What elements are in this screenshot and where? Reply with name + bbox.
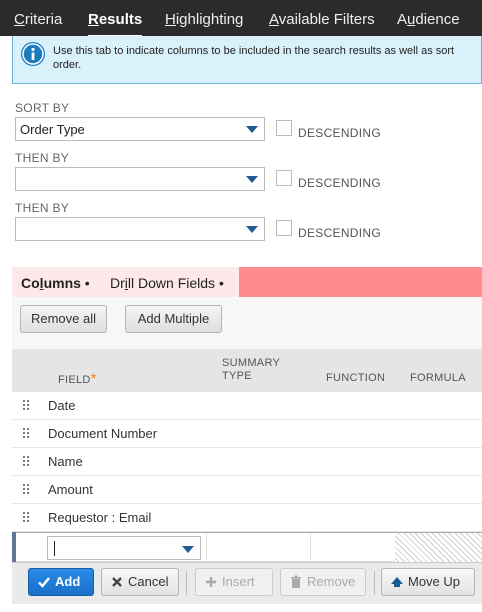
drag-handle-icon[interactable] bbox=[23, 428, 31, 440]
plus-icon bbox=[206, 577, 216, 587]
trash-icon bbox=[291, 575, 301, 588]
chevron-down-icon bbox=[246, 226, 258, 233]
check-icon bbox=[38, 577, 50, 588]
subtab-drill-down-fields[interactable]: Drill Down Fields • bbox=[110, 275, 224, 291]
sort-by-label: SORT BY bbox=[15, 101, 70, 115]
table-row[interactable]: Name bbox=[12, 448, 482, 476]
new-row-editor bbox=[12, 532, 482, 563]
tab-audience[interactable]: Audience bbox=[397, 11, 460, 28]
tab-available-filters[interactable]: Available Filters bbox=[269, 11, 375, 28]
arrow-up-icon bbox=[391, 577, 403, 587]
field-cell: Name bbox=[48, 454, 83, 469]
chevron-down-icon bbox=[246, 126, 258, 133]
tab-criteria[interactable]: Criteria bbox=[14, 11, 62, 28]
field-cell: Amount bbox=[48, 482, 93, 497]
field-select[interactable] bbox=[47, 536, 201, 560]
columns-table-header: FIELD* SUMMARY TYPE FUNCTION FORMULA bbox=[12, 349, 482, 392]
descending-label: DESCENDING bbox=[298, 126, 382, 140]
table-row[interactable]: Requestor : Email bbox=[12, 504, 482, 532]
text-cursor bbox=[54, 541, 55, 556]
sort-by-value: Order Type bbox=[20, 122, 85, 137]
then-by-label-1: THEN BY bbox=[15, 151, 70, 165]
subtab-highlight-bar bbox=[239, 267, 482, 297]
row-action-bar: Add Cancel Insert Remove Move Up bbox=[12, 562, 482, 604]
function-header: FUNCTION bbox=[326, 372, 386, 384]
summary-type-header: SUMMARY TYPE bbox=[222, 357, 281, 382]
formula-cell-disabled bbox=[395, 533, 482, 563]
then-by-descending-checkbox-2[interactable] bbox=[276, 220, 292, 236]
info-banner: Use this tab to indicate columns to be i… bbox=[12, 36, 482, 84]
remove-button[interactable]: Remove bbox=[280, 568, 366, 596]
insert-button[interactable]: Insert bbox=[195, 568, 273, 596]
field-cell: Date bbox=[48, 398, 76, 413]
info-icon bbox=[21, 42, 45, 66]
search-tab-bar: Criteria Results Highlighting Available … bbox=[0, 0, 482, 37]
sort-descending-checkbox[interactable] bbox=[276, 120, 292, 136]
drag-handle-icon[interactable] bbox=[23, 400, 31, 412]
subtab-columns[interactable]: Columns • bbox=[21, 275, 90, 291]
table-row[interactable]: Document Number bbox=[12, 420, 482, 448]
tab-results[interactable]: Results bbox=[88, 11, 143, 37]
field-cell: Requestor : Email bbox=[48, 510, 152, 525]
then-by-descending-checkbox-1[interactable] bbox=[276, 170, 292, 186]
then-by-select-2[interactable] bbox=[15, 217, 265, 241]
cancel-button[interactable]: Cancel bbox=[101, 568, 179, 596]
table-row[interactable]: Amount bbox=[12, 476, 482, 504]
field-cell: Document Number bbox=[48, 426, 158, 441]
descending-label: DESCENDING bbox=[298, 176, 382, 190]
drag-handle-icon[interactable] bbox=[23, 484, 31, 496]
close-icon bbox=[112, 577, 122, 587]
required-marker: * bbox=[90, 370, 97, 386]
field-header: FIELD* bbox=[58, 370, 97, 386]
then-by-label-2: THEN BY bbox=[15, 201, 70, 215]
add-button[interactable]: Add bbox=[28, 568, 94, 596]
drag-handle-icon[interactable] bbox=[23, 512, 31, 524]
subtab-bar: Columns • Drill Down Fields • bbox=[12, 267, 482, 297]
chevron-down-icon bbox=[246, 176, 258, 183]
move-up-button[interactable]: Move Up bbox=[381, 568, 475, 596]
drag-handle-icon[interactable] bbox=[23, 456, 31, 468]
tab-highlighting[interactable]: Highlighting bbox=[165, 11, 243, 28]
table-row[interactable]: Date bbox=[12, 392, 482, 420]
add-multiple-button[interactable]: Add Multiple bbox=[125, 305, 222, 333]
sort-by-select[interactable]: Order Type bbox=[15, 117, 265, 141]
remove-all-button[interactable]: Remove all bbox=[20, 305, 107, 333]
descending-label: DESCENDING bbox=[298, 226, 382, 240]
then-by-select-1[interactable] bbox=[15, 167, 265, 191]
chevron-down-icon bbox=[182, 546, 194, 553]
formula-header: FORMULA bbox=[410, 372, 466, 384]
info-text: Use this tab to indicate columns to be i… bbox=[53, 45, 455, 71]
